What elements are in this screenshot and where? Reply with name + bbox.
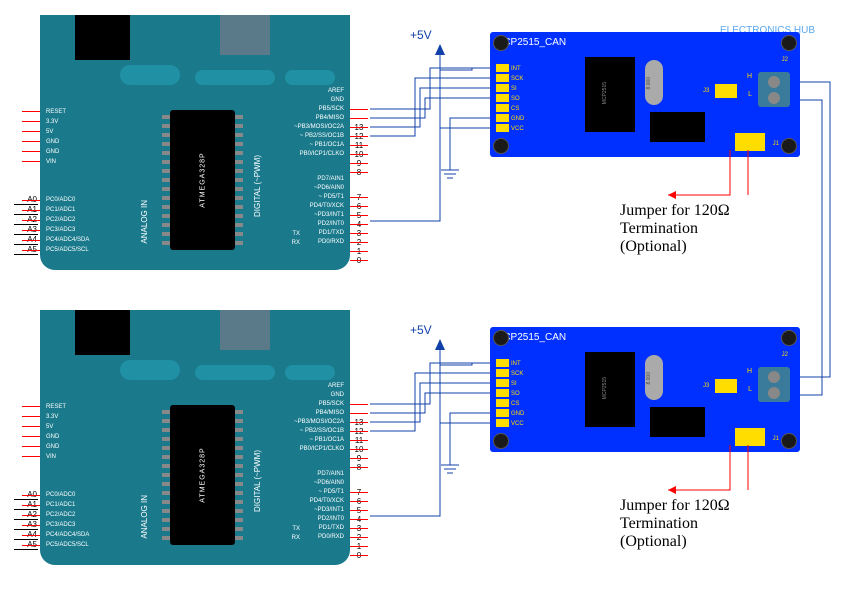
pin-stub [350,555,368,556]
pin-stub [350,172,368,173]
pin-stub [350,431,368,432]
pin-stub [350,251,368,252]
pin-stub [350,449,368,450]
pin-stub [350,136,368,137]
pin-stub [22,141,40,142]
pin-stub [350,458,368,459]
pin-stub [22,436,40,437]
pin-stub [22,416,40,417]
pin-stub [22,220,40,221]
pin-stub [350,233,368,234]
pin-stub [350,224,368,225]
pin-stub [350,519,368,520]
pin-stub [22,161,40,162]
pin-stub [22,505,40,506]
pin-stub [350,163,368,164]
pin-stub [350,528,368,529]
pin-stub [350,145,368,146]
pin-stub [22,200,40,201]
pin-stub [22,131,40,132]
pin-stub [22,240,40,241]
underline [14,254,38,255]
pin-stub [350,215,368,216]
pin-stub [350,501,368,502]
pin-stub [350,467,368,468]
pin-stub [350,492,368,493]
pin-stub [22,535,40,536]
pin-stub [350,127,368,128]
pin-stub [22,151,40,152]
pin-stub [22,121,40,122]
wiring-svg [0,0,850,600]
pin-stub [350,154,368,155]
pin-stub [22,210,40,211]
pin-stub [22,545,40,546]
pin-stub [350,197,368,198]
pin-stub [22,250,40,251]
pin-stub [350,242,368,243]
pin-stub [350,546,368,547]
pin-stub [350,422,368,423]
pin-stub [22,230,40,231]
pin-stub [350,260,368,261]
pin-stub [350,440,368,441]
pin-stub [22,111,40,112]
pin-stub [350,404,368,405]
pin-stub [350,118,368,119]
pin-stub [350,206,368,207]
pin-stub [350,413,368,414]
pin-stub [350,537,368,538]
underline [14,549,38,550]
pin-stub [350,109,368,110]
pin-stub [22,426,40,427]
pin-stub [22,515,40,516]
pin-stub [22,495,40,496]
pin-stub [22,406,40,407]
pin-stub [22,446,40,447]
pin-stub [22,525,40,526]
pin-stub [22,456,40,457]
pin-stub [350,510,368,511]
